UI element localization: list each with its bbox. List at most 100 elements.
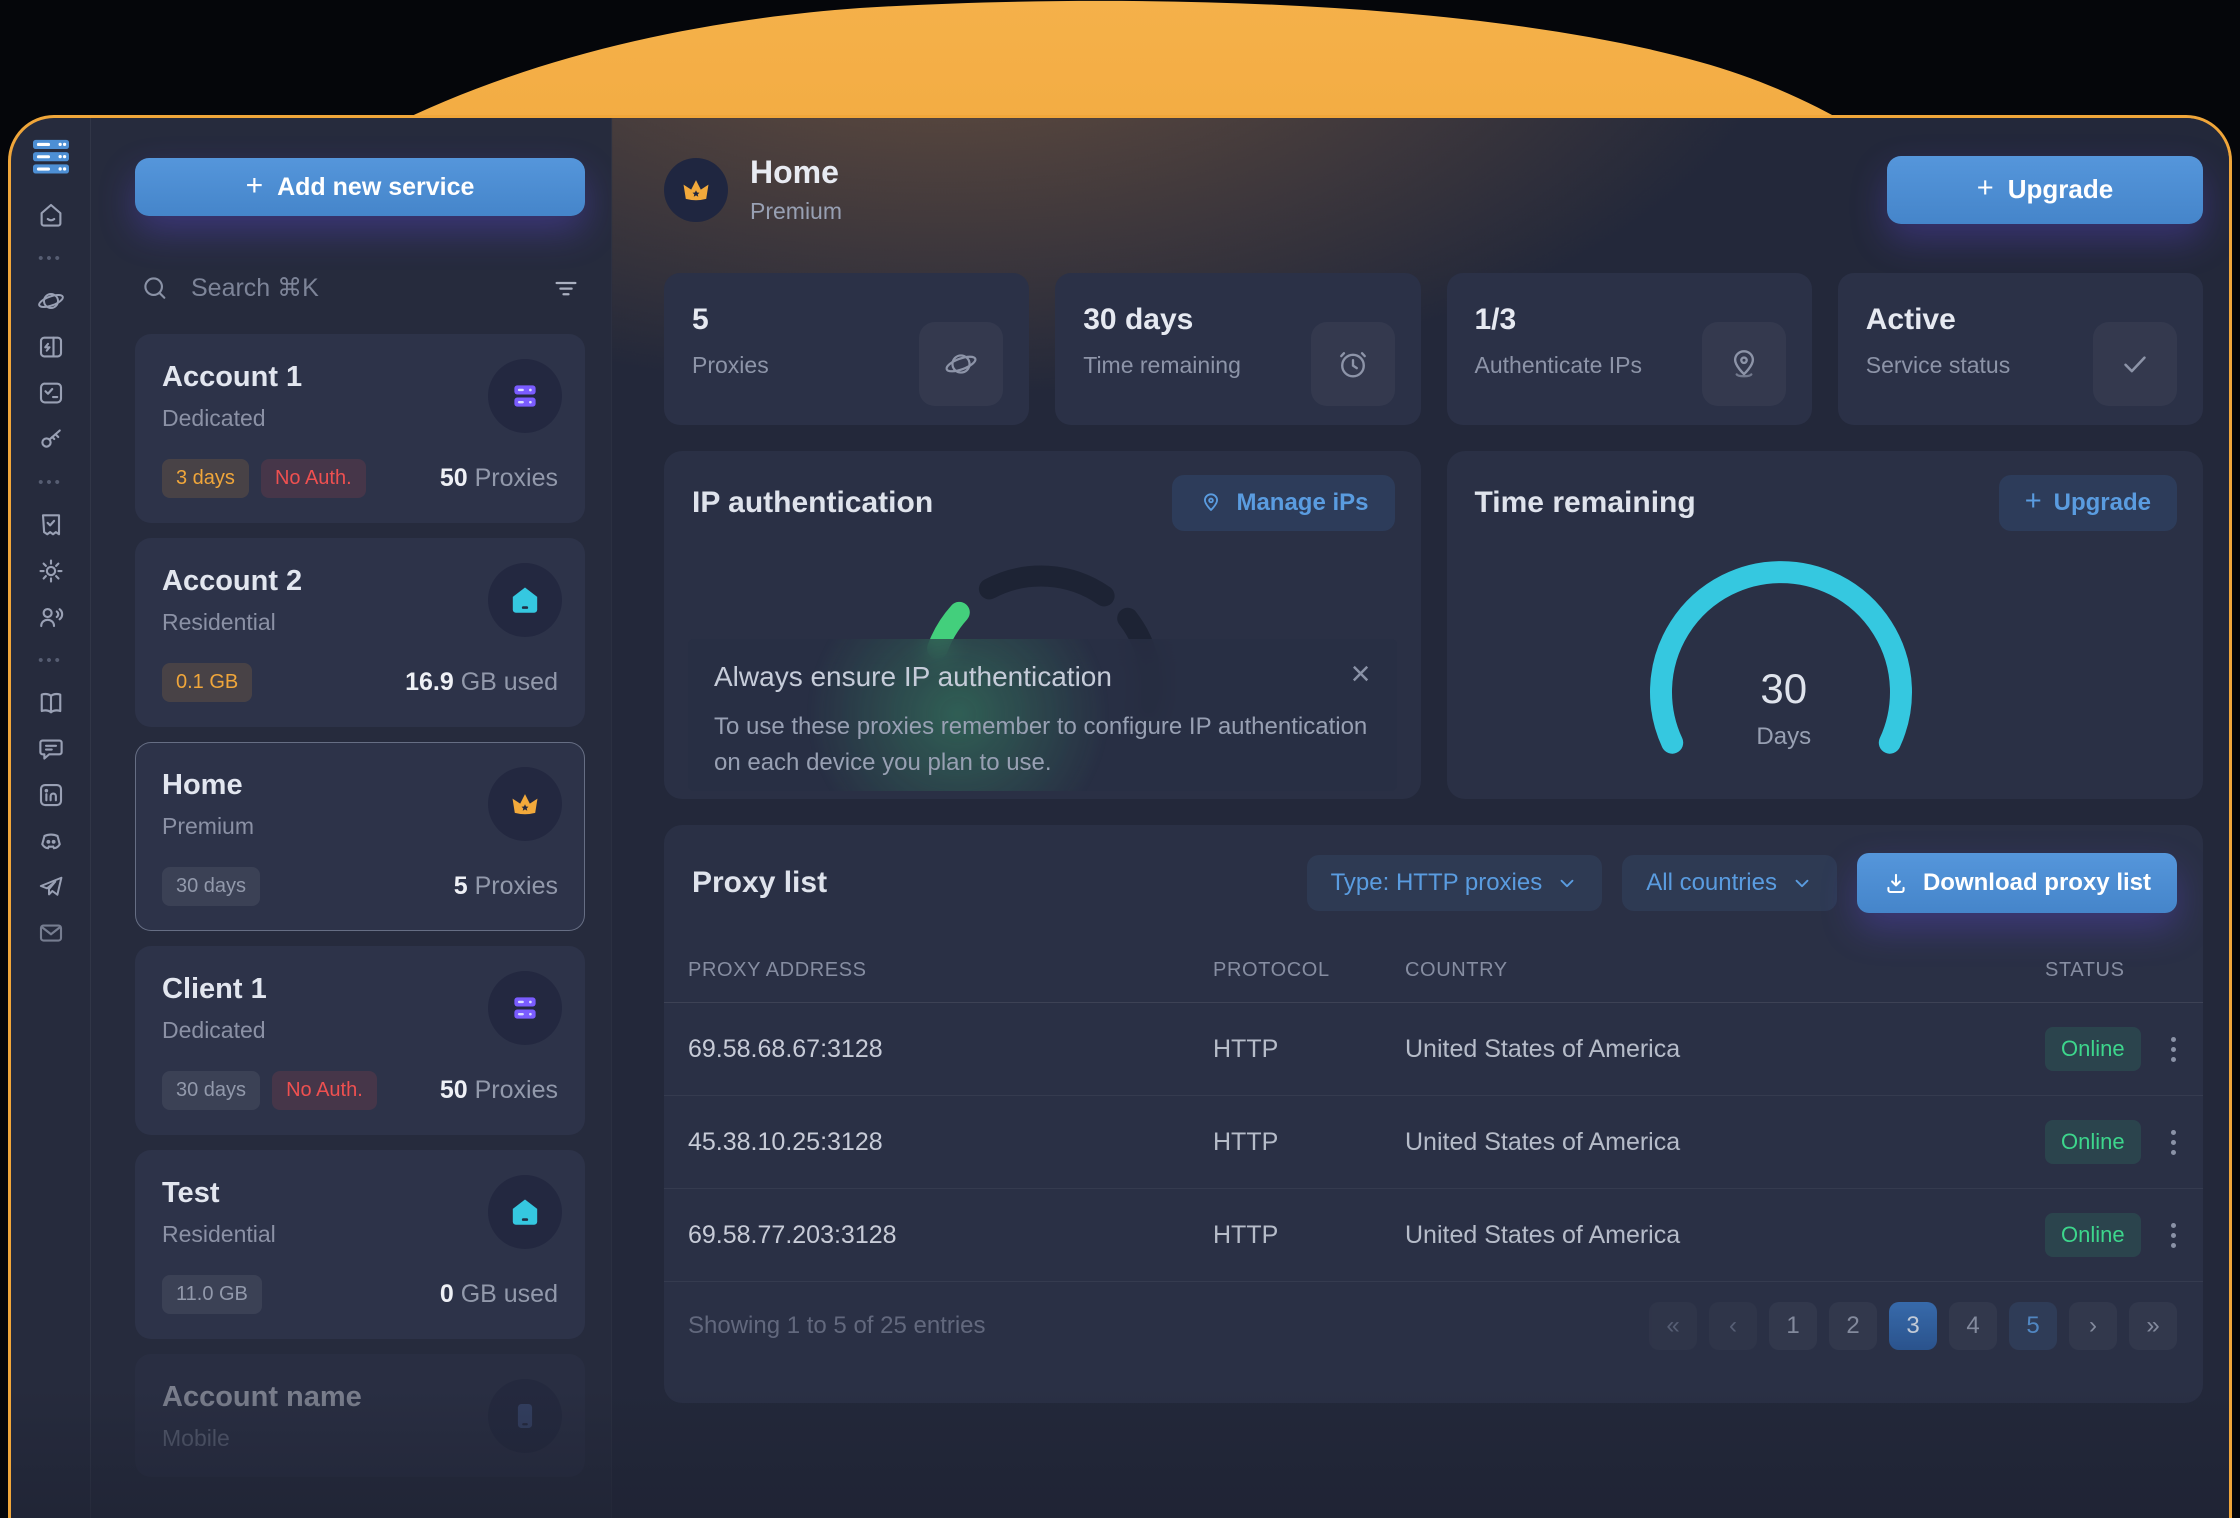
- planet-icon: [36, 286, 66, 316]
- rail-item-referral[interactable]: [28, 594, 74, 640]
- account-card-client-1[interactable]: Client 1 Dedicated 30 days No Auth. 50 P…: [135, 946, 585, 1135]
- stat-icon-chip: [919, 322, 1003, 406]
- premium-crown-icon: [508, 787, 542, 821]
- stat-value: 30 days: [1083, 303, 1241, 337]
- type-filter-label: Type: HTTP proxies: [1331, 869, 1543, 897]
- discord-icon: [36, 826, 66, 856]
- rail-item-settings[interactable]: [28, 548, 74, 594]
- protocol-cell: HTTP: [1213, 1035, 1405, 1064]
- search-input[interactable]: Search ⌘K: [191, 273, 531, 303]
- proxy-address-cell: 69.58.68.67:3128: [688, 1035, 1213, 1064]
- pagination-first-button[interactable]: «: [1649, 1302, 1697, 1350]
- account-avatar: [488, 1175, 562, 1249]
- country-filter-dropdown[interactable]: All countries: [1622, 855, 1837, 911]
- stat-label: Authenticate IPs: [1475, 352, 1643, 379]
- table-footer: Showing 1 to 5 of 25 entries « ‹ 1 2 3 4…: [664, 1282, 2203, 1370]
- country-filter-label: All countries: [1646, 869, 1777, 897]
- rail-item-terminal[interactable]: [28, 370, 74, 416]
- no-auth-badge: No Auth.: [272, 1071, 377, 1110]
- stat-card-service-status[interactable]: Active Service status: [1838, 273, 2203, 425]
- rail-item-email[interactable]: [28, 910, 74, 956]
- stats-row: 5 Proxies 30 days Time remaining: [664, 273, 2203, 425]
- stat-card-proxies[interactable]: 5 Proxies: [664, 273, 1029, 425]
- manage-ips-button[interactable]: Manage iPs: [1172, 475, 1394, 531]
- rail-item-telegram[interactable]: [28, 864, 74, 910]
- dedicated-server-icon: [508, 379, 542, 413]
- row-kebab-menu[interactable]: [2155, 1031, 2191, 1068]
- column-header-proxy-address: PROXY ADDRESS: [688, 959, 1213, 982]
- main-content: Home Premium + Upgrade 5 Proxies 30 days: [611, 118, 2232, 1518]
- status-badge: Online: [2045, 1213, 2141, 1257]
- row-kebab-menu[interactable]: [2155, 1217, 2191, 1254]
- account-avatar: [488, 767, 562, 841]
- rail-item-proxies[interactable]: [28, 278, 74, 324]
- chevron-down-icon: [1791, 872, 1813, 894]
- filter-icon[interactable]: [551, 273, 581, 303]
- time-remaining-panel: Time remaining + Upgrade 30 Days: [1447, 451, 2204, 799]
- table-row[interactable]: 45.38.10.25:3128 HTTP United States of A…: [664, 1096, 2203, 1189]
- proxy-address-cell: 69.58.77.203:3128: [688, 1221, 1213, 1250]
- account-card-account-name[interactable]: Account name Mobile: [135, 1354, 585, 1477]
- ip-authentication-panel: IP authentication Manage iPs Alwa: [664, 451, 1421, 799]
- account-card-home[interactable]: Home Premium 30 days 5 Proxies: [135, 742, 585, 931]
- stat-label: Service status: [1866, 352, 2010, 379]
- pagination-page-1[interactable]: 1: [1769, 1302, 1817, 1350]
- account-list: Account 1 Dedicated 3 days No Auth. 50 P…: [135, 334, 585, 1477]
- rail-item-api-keys[interactable]: [28, 416, 74, 462]
- stat-value: Active: [1866, 303, 2010, 337]
- toast-body: To use these proxies remember to configu…: [714, 709, 1371, 781]
- account-metric: 50 Proxies: [440, 1076, 558, 1105]
- account-metric: 50 Proxies: [440, 464, 558, 493]
- type-filter-dropdown[interactable]: Type: HTTP proxies: [1307, 855, 1603, 911]
- mobile-icon: [508, 1399, 542, 1433]
- row-kebab-menu[interactable]: [2155, 1124, 2191, 1161]
- rail-item-support[interactable]: [28, 726, 74, 772]
- plus-icon: +: [2025, 485, 2042, 518]
- dedicated-server-icon: [508, 991, 542, 1025]
- pagination-page-4[interactable]: 4: [1949, 1302, 1997, 1350]
- close-icon[interactable]: ×: [1351, 661, 1371, 687]
- pagination-page-2[interactable]: 2: [1829, 1302, 1877, 1350]
- stat-card-authenticate-ips[interactable]: 1/3 Authenticate IPs: [1447, 273, 1812, 425]
- account-card-account-2[interactable]: Account 2 Residential 0.1 GB 16.9 GB use…: [135, 538, 585, 727]
- home-icon: [36, 200, 66, 230]
- residential-house-icon: [508, 1195, 542, 1229]
- pagination-page-5[interactable]: 5: [2009, 1302, 2057, 1350]
- mail-icon: [36, 918, 66, 948]
- rail-separator-dots: •••: [38, 462, 63, 502]
- gear-icon: [36, 556, 66, 586]
- linkedin-icon: [36, 780, 66, 810]
- search-icon: [139, 272, 171, 304]
- server-stack-logo-icon: [31, 139, 71, 175]
- upgrade-small-button[interactable]: + Upgrade: [1999, 475, 2177, 531]
- key-icon: [36, 424, 66, 454]
- pagination-last-button[interactable]: »: [2129, 1302, 2177, 1350]
- account-card-account-1[interactable]: Account 1 Dedicated 3 days No Auth. 50 P…: [135, 334, 585, 523]
- account-card-test[interactable]: Test Residential 11.0 GB 0 GB used: [135, 1150, 585, 1339]
- sidebar: + Add new service Search ⌘K Account 1 De…: [91, 118, 611, 1518]
- pagination-next-button[interactable]: ›: [2069, 1302, 2117, 1350]
- pagination-prev-button[interactable]: ‹: [1709, 1302, 1757, 1350]
- table-row[interactable]: 69.58.68.67:3128 HTTP United States of A…: [664, 1003, 2203, 1096]
- days-badge: 30 days: [162, 867, 260, 906]
- stat-card-time-remaining[interactable]: 30 days Time remaining: [1055, 273, 1420, 425]
- chat-icon: [36, 734, 66, 764]
- rail-item-discord[interactable]: [28, 818, 74, 864]
- location-pin-icon: [1725, 345, 1763, 383]
- rail-item-linkedin[interactable]: [28, 772, 74, 818]
- rail-item-usage[interactable]: [28, 324, 74, 370]
- rail-item-billing[interactable]: [28, 502, 74, 548]
- pagination-page-3-active[interactable]: 3: [1889, 1302, 1937, 1350]
- upgrade-button[interactable]: + Upgrade: [1887, 156, 2203, 224]
- app-logo[interactable]: [28, 134, 74, 180]
- download-proxy-list-button[interactable]: Download proxy list: [1857, 853, 2177, 913]
- search-bar[interactable]: Search ⌘K: [139, 272, 581, 304]
- service-avatar: [664, 158, 728, 222]
- add-new-service-button[interactable]: + Add new service: [135, 158, 585, 216]
- table-row[interactable]: 69.58.77.203:3128 HTTP United States of …: [664, 1189, 2203, 1282]
- rail-item-docs[interactable]: [28, 680, 74, 726]
- rail-item-home[interactable]: [28, 192, 74, 238]
- rail-separator-dots: •••: [38, 640, 63, 680]
- download-label: Download proxy list: [1923, 869, 2151, 897]
- protocol-cell: HTTP: [1213, 1221, 1405, 1250]
